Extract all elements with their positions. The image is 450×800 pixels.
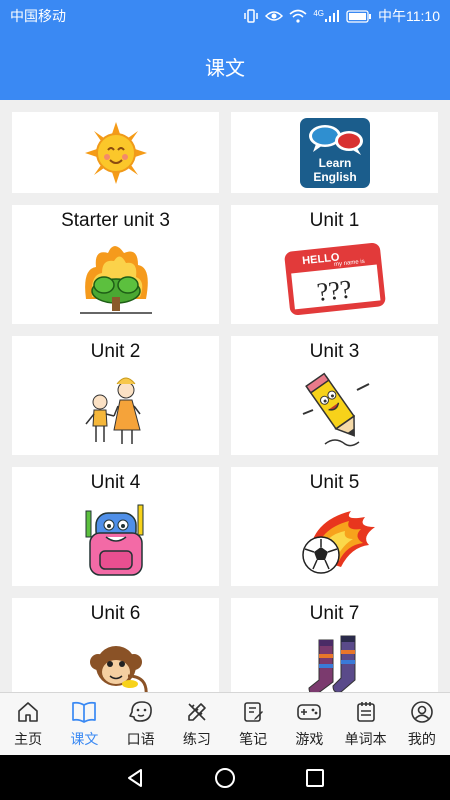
tab-profile[interactable]: 我的: [394, 693, 450, 755]
lesson-card[interactable]: [12, 112, 219, 193]
pencil-character-icon: [231, 364, 438, 455]
tab-label: 单词本: [344, 730, 387, 747]
bottom-tab-bar: 主页 课文 口语 练习 笔记 游戏 单词本 我的: [0, 692, 450, 755]
tab-label: 笔记: [239, 730, 268, 747]
tab-label: 我的: [407, 730, 436, 747]
lesson-card[interactable]: Starter unit 3: [12, 205, 219, 324]
clock-label: 中午11:10: [378, 8, 440, 24]
lesson-card[interactable]: Unit 7: [231, 598, 438, 692]
eye-icon: [265, 11, 284, 21]
network-label: 4G: [313, 8, 324, 18]
page-title: 课文: [205, 57, 245, 80]
tab-label: 游戏: [295, 730, 324, 747]
vibrate-icon: [244, 9, 259, 23]
sun-icon: [12, 112, 219, 193]
lesson-title: Unit 7: [309, 603, 360, 624]
lesson-grid: Learn English Starter unit 3 Unit 1 HELL…: [12, 112, 438, 692]
calendar-icon: [356, 701, 375, 722]
status-icons: 4G 中午11:10: [243, 6, 440, 26]
learn-text: Learn: [318, 156, 351, 170]
tab-label: 练习: [182, 730, 211, 747]
tab-practice[interactable]: 练习: [169, 693, 225, 755]
face-icon: [128, 700, 152, 722]
carrier-label: 中国移动: [10, 8, 66, 24]
lesson-card[interactable]: Learn English: [231, 112, 438, 193]
recents-button[interactable]: [295, 758, 335, 798]
lesson-card[interactable]: Unit 3: [231, 336, 438, 455]
pencil-ruler-icon: [188, 702, 206, 721]
lesson-title: Starter unit 3: [61, 210, 170, 231]
battery-icon: [346, 9, 371, 23]
tab-wordbook[interactable]: 单词本: [338, 693, 394, 755]
app-header: 课文: [0, 32, 450, 100]
lesson-list[interactable]: Learn English Starter unit 3 Unit 1 HELL…: [0, 100, 450, 692]
lesson-title: Unit 3: [309, 341, 360, 362]
kids-icon: [12, 364, 219, 455]
lesson-title: Unit 5: [309, 472, 360, 493]
lesson-title: Unit 6: [90, 603, 141, 624]
lesson-card[interactable]: Unit 2: [12, 336, 219, 455]
lesson-title: Unit 2: [90, 341, 141, 362]
question-marks-text: ???: [315, 274, 352, 306]
home-nav-button[interactable]: [205, 758, 245, 798]
hello-name-tag-icon: HELLO my name is ???: [231, 233, 438, 324]
signal-icon: [325, 10, 339, 22]
lesson-title: Unit 1: [309, 210, 360, 231]
wifi-icon: [289, 9, 307, 23]
home-circle-icon: [215, 767, 235, 788]
book-icon: [72, 701, 97, 723]
tab-games[interactable]: 游戏: [281, 693, 337, 755]
learn-english-icon: Learn English: [231, 112, 438, 193]
tab-label: 课文: [70, 730, 99, 747]
english-text: English: [313, 170, 356, 184]
gamepad-icon: [297, 703, 322, 720]
lesson-card[interactable]: Unit 6: [12, 598, 219, 692]
recents-square-icon: [306, 768, 324, 787]
lesson-card[interactable]: Unit 5: [231, 467, 438, 586]
tab-label: 主页: [14, 730, 43, 747]
tab-lessons[interactable]: 课文: [56, 693, 112, 755]
lesson-card[interactable]: Unit 1 HELLO my name is ???: [231, 205, 438, 324]
lesson-card[interactable]: Unit 4: [12, 467, 219, 586]
home-icon: [18, 701, 38, 722]
back-button[interactable]: [115, 758, 155, 798]
socks-icon: [231, 626, 438, 692]
tab-speaking[interactable]: 口语: [113, 693, 169, 755]
tab-label: 口语: [126, 730, 155, 747]
back-triangle-icon: [128, 768, 142, 787]
flaming-ball-icon: [231, 495, 438, 586]
notebook-icon: [244, 701, 264, 722]
backpack-icon: [12, 495, 219, 586]
system-nav-bar: [0, 755, 450, 800]
status-bar: 中国移动 4G 中午11:10: [0, 0, 450, 32]
lesson-title: Unit 4: [90, 472, 141, 493]
tab-notes[interactable]: 笔记: [225, 693, 281, 755]
user-icon: [411, 700, 433, 723]
burning-tree-icon: [12, 233, 219, 324]
monkey-icon: [12, 626, 219, 692]
tab-home[interactable]: 主页: [0, 693, 56, 755]
